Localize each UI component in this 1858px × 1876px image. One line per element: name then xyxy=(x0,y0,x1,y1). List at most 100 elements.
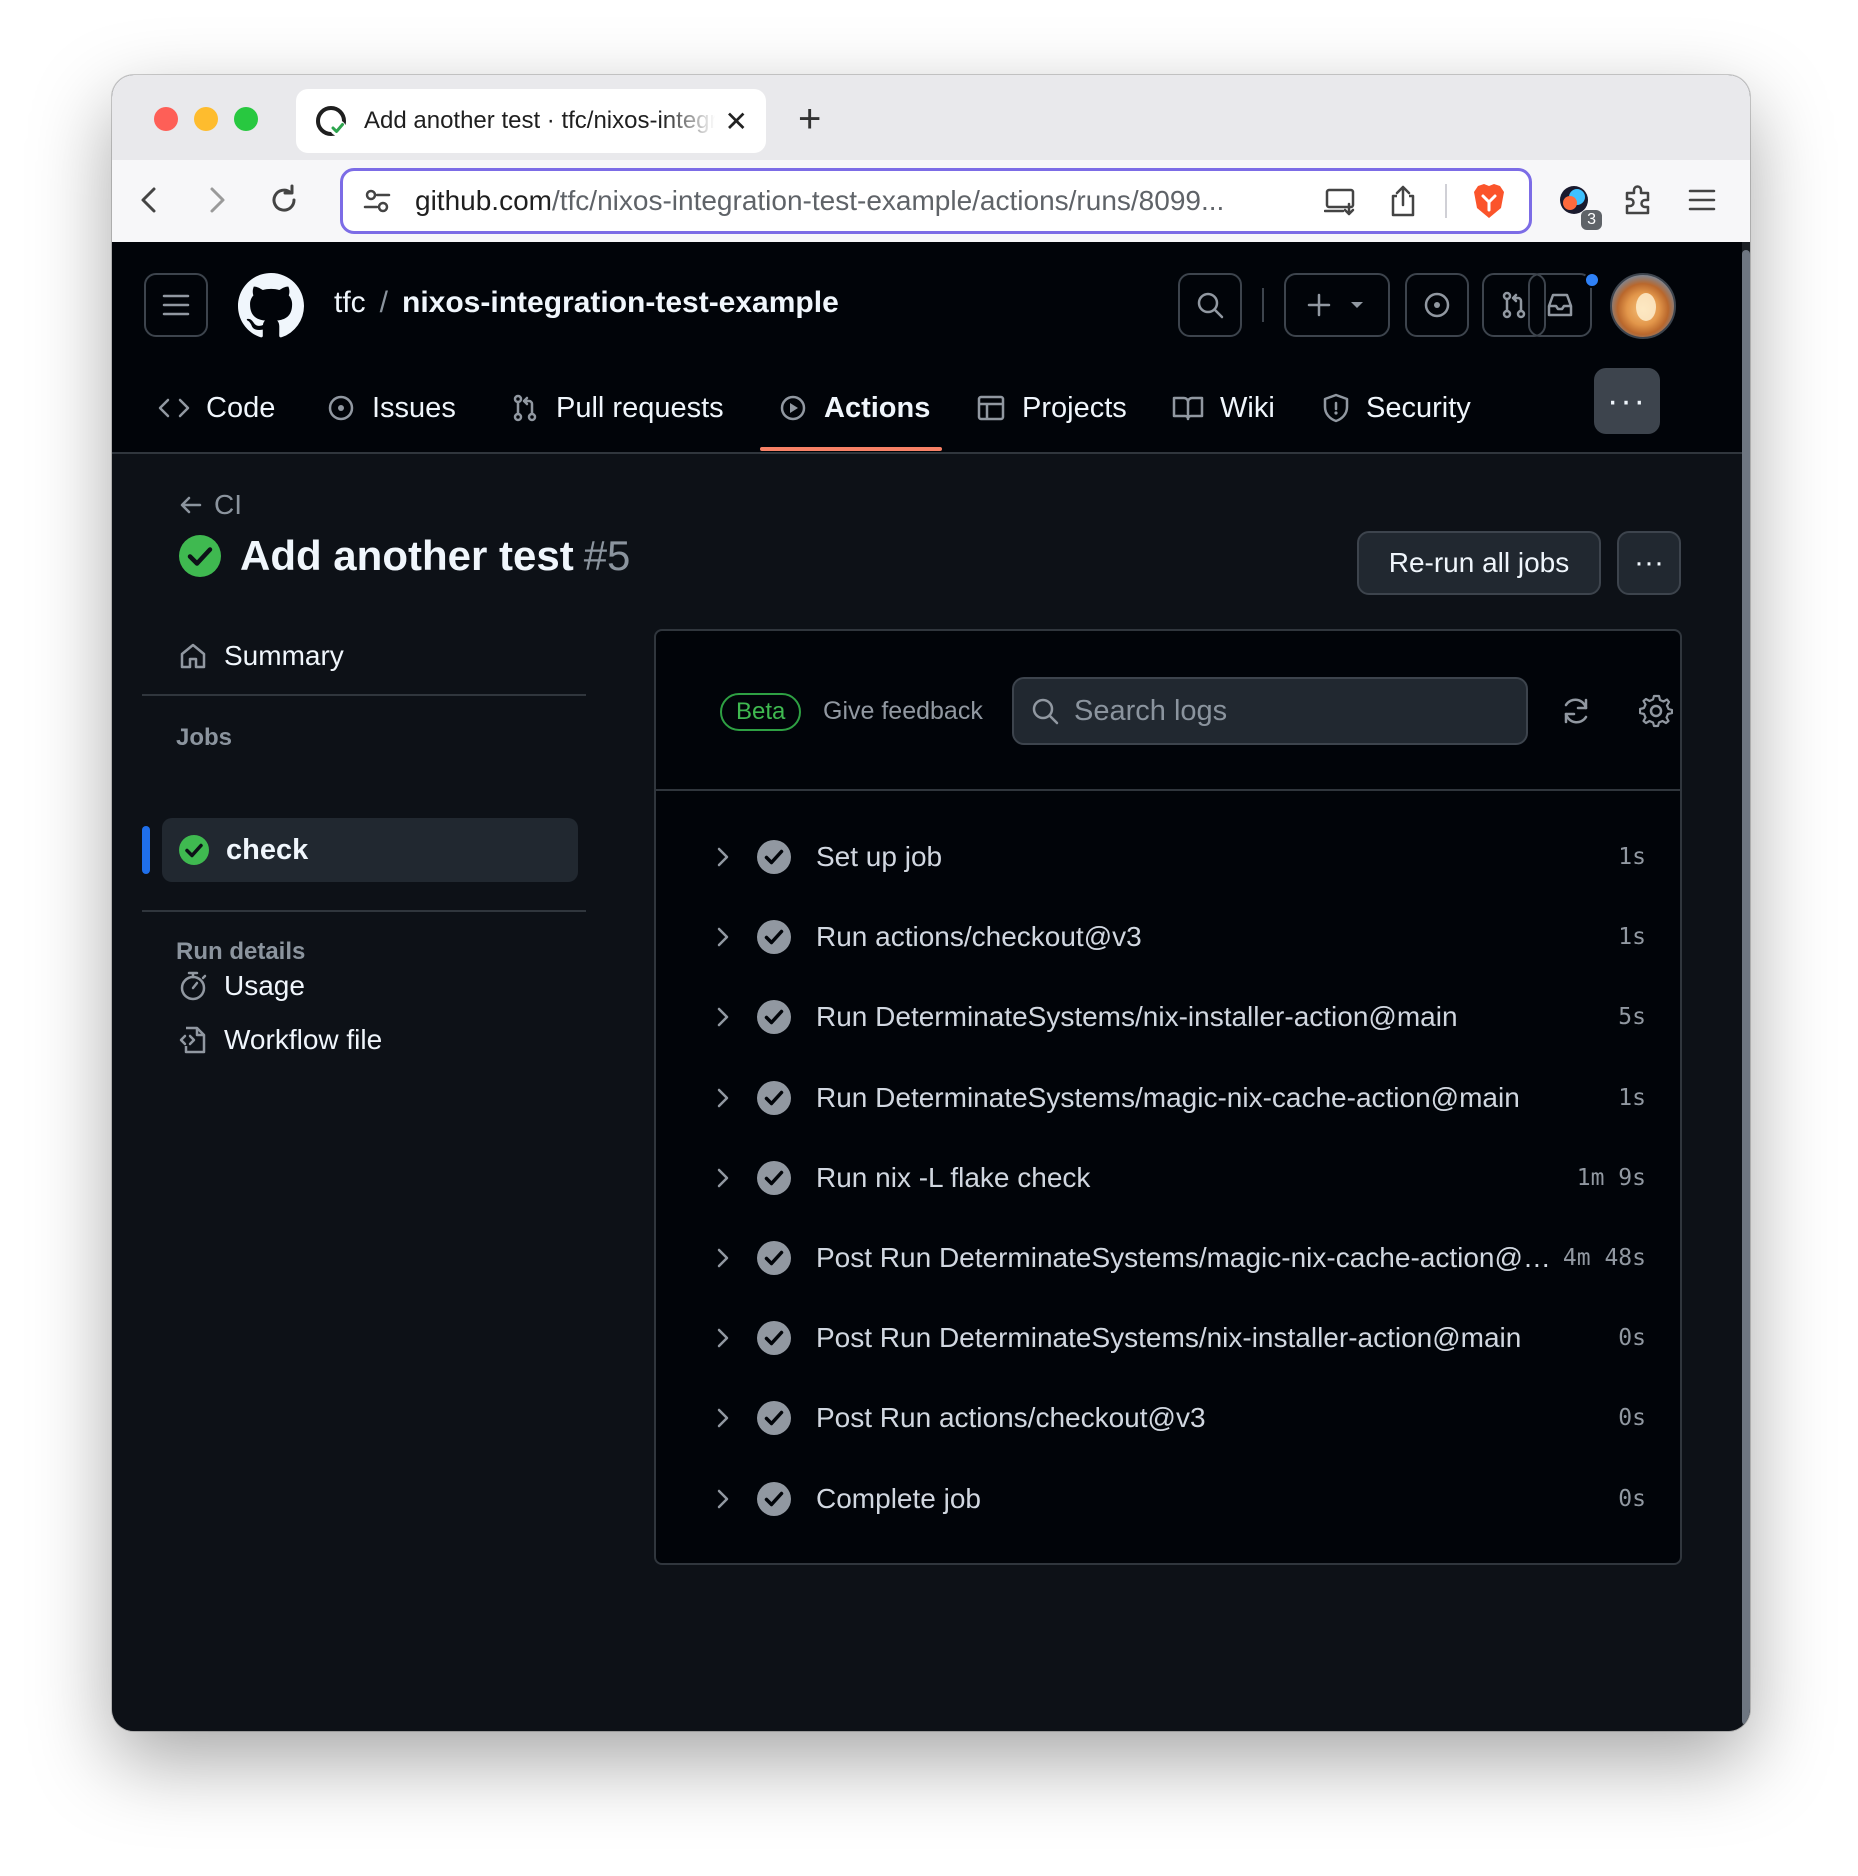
table-icon xyxy=(977,395,1005,421)
repo-breadcrumb: tfc / nixos-integration-test-example xyxy=(334,286,839,320)
step-duration: 1m 9s xyxy=(1576,1164,1646,1191)
step-success-check-icon xyxy=(757,1321,791,1356)
search-icon xyxy=(1032,698,1059,725)
browser-toolbar: github.com/tfc/nixos-integration-test-ex… xyxy=(112,160,1750,242)
minimize-window-button[interactable] xyxy=(194,107,218,131)
job-step-row[interactable]: Post Run DeterminateSystems/nix-installe… xyxy=(706,1298,1646,1378)
global-nav-menu-button[interactable] xyxy=(144,273,208,337)
step-name: Post Run actions/checkout@v3 xyxy=(816,1402,1206,1434)
step-success-check-icon xyxy=(757,1000,791,1035)
sidebar-item-workflow-file[interactable]: Workflow file xyxy=(160,1010,596,1070)
url-text[interactable]: github.com/tfc/nixos-integration-test-ex… xyxy=(415,185,1299,217)
sidebar-item-usage[interactable]: Usage xyxy=(160,956,596,1016)
issue-icon xyxy=(328,395,354,421)
repo-owner-link[interactable]: tfc xyxy=(334,286,366,319)
github-logo-icon[interactable] xyxy=(238,273,304,339)
tab-pull-requests[interactable]: Pull requests xyxy=(510,362,724,454)
extensions-button[interactable] xyxy=(1614,176,1662,224)
forward-button[interactable] xyxy=(192,176,240,224)
rerun-all-jobs-button[interactable]: Re-run all jobs xyxy=(1357,531,1601,595)
reload-button[interactable] xyxy=(260,176,308,224)
chevron-right-icon[interactable] xyxy=(706,1000,740,1034)
job-step-row[interactable]: Set up job 1s xyxy=(706,817,1646,897)
your-issues-button[interactable] xyxy=(1405,273,1469,337)
browser-menu-button[interactable] xyxy=(1678,176,1726,224)
chevron-right-icon[interactable] xyxy=(706,1081,740,1115)
job-step-row[interactable]: Post Run DeterminateSystems/magic-nix-ca… xyxy=(706,1218,1646,1298)
cast-icon[interactable] xyxy=(1321,181,1361,221)
step-duration: 0s xyxy=(1618,1405,1646,1432)
github-header: tfc / nixos-integration-test-example Cod… xyxy=(112,242,1742,454)
sidebar-item-summary[interactable]: Summary xyxy=(160,626,596,686)
tab-close-icon[interactable]: ✕ xyxy=(725,105,748,138)
job-step-row[interactable]: Run DeterminateSystems/magic-nix-cache-a… xyxy=(706,1058,1646,1138)
tab-title: Add another test · tfc/nixos-integration… xyxy=(364,107,715,134)
tab-wiki[interactable]: Wiki xyxy=(1172,362,1275,454)
home-icon xyxy=(180,643,206,669)
address-bar[interactable]: github.com/tfc/nixos-integration-test-ex… xyxy=(340,168,1532,234)
chevron-right-icon[interactable] xyxy=(706,1482,740,1516)
job-step-row[interactable]: Run nix -L flake check 1m 9s xyxy=(706,1138,1646,1218)
tab-projects[interactable]: Projects xyxy=(976,362,1127,454)
extension-icon-leo[interactable]: 3 xyxy=(1550,176,1602,230)
zoom-window-button[interactable] xyxy=(234,107,258,131)
step-name: Post Run DeterminateSystems/nix-installe… xyxy=(816,1322,1522,1354)
active-job-indicator xyxy=(142,826,150,874)
browser-tab-active[interactable]: Add another test · tfc/nixos-integration… xyxy=(296,89,766,153)
chevron-right-icon[interactable] xyxy=(706,1241,740,1275)
new-tab-button[interactable]: + xyxy=(798,97,821,142)
chevron-right-icon[interactable] xyxy=(706,1161,740,1195)
file-code-icon xyxy=(179,1026,206,1054)
search-logs-input[interactable] xyxy=(1074,694,1494,728)
chevron-right-icon[interactable] xyxy=(706,1401,740,1435)
chevron-right-icon xyxy=(210,187,225,213)
search-button[interactable] xyxy=(1178,273,1242,337)
refresh-logs-button[interactable] xyxy=(1556,691,1596,731)
log-settings-button[interactable] xyxy=(1636,691,1676,731)
inbox-button[interactable] xyxy=(1528,273,1592,337)
step-success-check-icon xyxy=(757,1080,791,1115)
jobs-heading: Jobs xyxy=(176,724,233,751)
search-icon xyxy=(1197,292,1224,319)
job-step-row[interactable]: Run DeterminateSystems/nix-installer-act… xyxy=(706,977,1646,1057)
job-step-row[interactable]: Complete job 0s xyxy=(706,1459,1646,1539)
chevron-left-icon xyxy=(141,187,156,213)
reload-icon xyxy=(272,184,296,212)
sidebar-divider xyxy=(142,694,586,696)
tab-issues[interactable]: Issues xyxy=(326,362,456,454)
brave-shields-icon[interactable] xyxy=(1469,181,1509,221)
site-settings-icon[interactable] xyxy=(363,187,391,215)
step-success-check-icon xyxy=(757,1401,791,1436)
job-step-row[interactable]: Run actions/checkout@v3 1s xyxy=(706,897,1646,977)
back-button[interactable] xyxy=(126,176,174,224)
run-more-options-button[interactable]: ··· xyxy=(1617,531,1681,595)
chevron-right-icon[interactable] xyxy=(706,920,740,954)
step-success-check-icon xyxy=(757,1160,791,1195)
close-window-button[interactable] xyxy=(154,107,178,131)
stopwatch-icon xyxy=(180,971,207,1001)
tab-code[interactable]: Code xyxy=(158,362,275,454)
chevron-right-icon[interactable] xyxy=(706,840,740,874)
page-scrollbar-thumb[interactable] xyxy=(1742,250,1750,1725)
arrow-left-icon xyxy=(180,496,202,514)
chevron-right-icon[interactable] xyxy=(706,1321,740,1355)
search-logs-box[interactable] xyxy=(1012,677,1528,745)
step-success-check-icon xyxy=(757,920,791,955)
repo-nav-more-button[interactable]: ··· xyxy=(1594,368,1660,434)
give-feedback-link[interactable]: Give feedback xyxy=(823,697,983,726)
user-avatar[interactable] xyxy=(1610,273,1676,339)
run-title-text: Add another test xyxy=(240,532,574,579)
step-duration: 0s xyxy=(1618,1325,1646,1352)
sidebar-job-label[interactable]: check xyxy=(178,818,308,882)
job-step-row[interactable]: Post Run actions/checkout@v3 0s xyxy=(706,1378,1646,1458)
share-icon[interactable] xyxy=(1383,181,1423,221)
pull-request-icon xyxy=(1502,291,1526,319)
repo-name-link[interactable]: nixos-integration-test-example xyxy=(402,286,839,319)
step-success-check-icon xyxy=(757,1241,791,1275)
back-to-workflow-link[interactable]: CI xyxy=(178,489,242,521)
tab-actions[interactable]: Actions xyxy=(778,362,930,454)
tab-security[interactable]: Security xyxy=(1322,362,1471,454)
breadcrumb-separator: / xyxy=(379,286,389,319)
create-new-button[interactable] xyxy=(1284,273,1390,337)
run-number: #5 xyxy=(583,532,631,579)
